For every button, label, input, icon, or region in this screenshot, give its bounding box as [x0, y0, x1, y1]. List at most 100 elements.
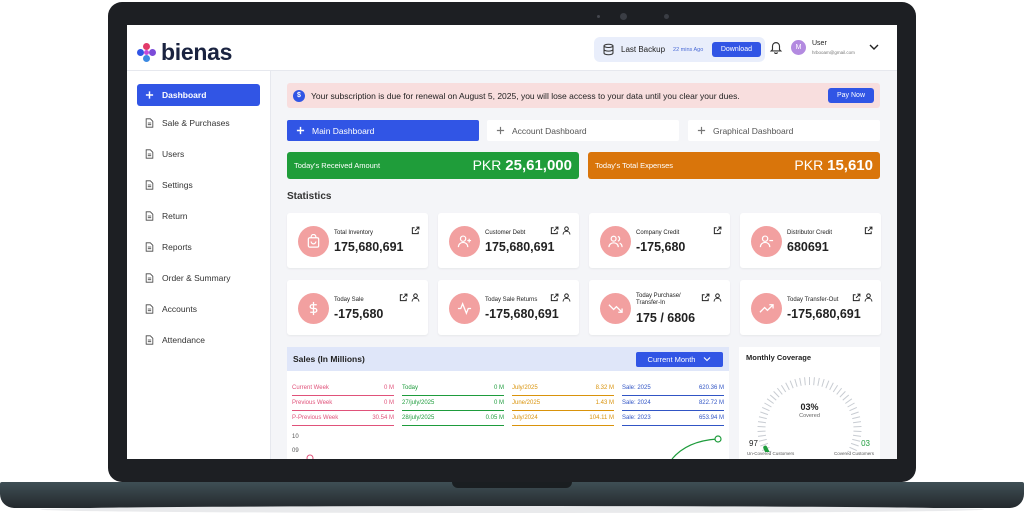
external-link-icon[interactable] — [550, 226, 559, 235]
coverage-panel: Monthly Coverage 03% Covered 97 03 Un-Co… — [739, 347, 880, 459]
coverage-title: Monthly Coverage — [746, 353, 812, 362]
tab-label: Main Dashboard — [312, 125, 375, 136]
download-button[interactable]: Download — [711, 42, 761, 57]
avatar[interactable]: M — [791, 40, 806, 55]
gauge-tick — [842, 394, 850, 401]
brand-logo[interactable]: bienas — [137, 39, 232, 66]
banner-text: Your subscription is due for renewal on … — [311, 90, 740, 101]
covered-label: Covered Customers — [833, 451, 874, 456]
document-icon — [145, 180, 154, 190]
external-link-icon[interactable] — [411, 226, 420, 235]
sidebar-item-settings[interactable]: Settings — [137, 174, 260, 196]
backup-panel: Last Backup 22 mins Ago Download — [594, 37, 765, 62]
user-icon[interactable] — [864, 293, 873, 302]
user-icon[interactable] — [562, 293, 571, 302]
sidebar-item-users[interactable]: Users — [137, 143, 260, 165]
sales-column-weeks: Current Week 0 M Previous Week 0 M P-Previ… — [292, 381, 394, 426]
trend-up-icon — [759, 304, 774, 313]
external-link-icon[interactable] — [852, 293, 861, 302]
chevron-down-icon[interactable] — [869, 43, 879, 51]
sidebar-item-label: Accounts — [162, 304, 197, 314]
tab-account-dashboard[interactable]: Account Dashboard — [487, 120, 679, 141]
laptop-notch — [452, 482, 572, 488]
sidebar-item-label: Users — [162, 149, 185, 159]
kpi-currency: PKR — [472, 157, 502, 173]
external-link-icon[interactable] — [550, 293, 559, 302]
sidebar-item-label: Return — [162, 211, 188, 221]
sales-column-months: July/2025 8.32 M June/2025 1.43 M July/202… — [512, 381, 614, 426]
pulse-icon — [457, 302, 472, 315]
dollar-icon: $ — [293, 89, 305, 102]
period-dropdown[interactable]: Current Month — [636, 351, 723, 367]
tab-label: Graphical Dashboard — [713, 125, 794, 136]
chevron-down-icon — [704, 357, 711, 362]
sidebar-item-attendance[interactable]: Attendance — [137, 329, 260, 351]
document-icon — [145, 335, 154, 345]
plus-icon — [697, 126, 706, 135]
sidebar-item-return[interactable]: Return — [137, 205, 260, 227]
sidebar-item-label: Order & Summary — [162, 273, 231, 283]
tab-graphical-dashboard[interactable]: Graphical Dashboard — [688, 120, 880, 141]
users-icon — [608, 235, 623, 248]
app-screen: bienas Last Backup 22 mins Ago Download … — [127, 25, 897, 459]
subscription-banner: $ Your subscription is due for renewal o… — [287, 83, 880, 108]
stat-card-company-credit[interactable]: Company Credit -175,680 — [589, 213, 730, 268]
sidebar-item-order-summary[interactable]: Order & Summary — [137, 267, 260, 289]
user-name[interactable]: User — [812, 40, 827, 47]
bell-icon[interactable] — [769, 40, 783, 54]
external-link-icon[interactable] — [399, 293, 408, 302]
stat-card-total-inventory[interactable]: Total Inventory 175,680,691 — [287, 213, 428, 268]
stat-card-today-transfer-out[interactable]: Today Transfer-Out -175,680,691 — [740, 280, 881, 335]
stat-card-today-sale[interactable]: Today Sale -175,680 — [287, 280, 428, 335]
trend-down-icon — [608, 304, 623, 313]
sales-row: Sale: 2025 620.36 M — [622, 381, 724, 396]
user-icon[interactable] — [562, 226, 571, 235]
user-plus-icon — [457, 235, 472, 248]
sales-column-years: Sale: 2025 620.36 M Sale: 2024 822.72 M Sa… — [622, 381, 724, 426]
card-value: -175,680,691 — [485, 307, 559, 321]
plus-icon — [296, 126, 305, 135]
sidebar-item-sale-purchases[interactable]: Sale & Purchases — [137, 112, 260, 134]
stat-card-today-sale-returns[interactable]: Today Sale Returns -175,680,691 — [438, 280, 579, 335]
card-value: 175,680,691 — [334, 240, 404, 254]
tab-label: Account Dashboard — [512, 125, 587, 136]
stat-card-today-purchase[interactable]: Today Purchase/ Transfer-In 175 / 6806 — [589, 280, 730, 335]
sales-header: Sales (In Millions) Current Month — [287, 347, 729, 371]
top-header: bienas Last Backup 22 mins Ago Download … — [127, 25, 897, 71]
user-icon[interactable] — [411, 293, 420, 302]
card-value: 680691 — [787, 240, 829, 254]
card-icon-circle — [298, 226, 329, 257]
card-icon-circle — [751, 293, 782, 324]
sales-row: Previous Week 0 M — [292, 396, 394, 411]
backup-label: Last Backup — [621, 45, 666, 54]
sidebar-item-dashboard[interactable]: Dashboard — [137, 84, 260, 106]
gauge-tick — [757, 421, 767, 424]
tab-main-dashboard[interactable]: Main Dashboard — [287, 120, 479, 141]
document-icon — [145, 273, 154, 283]
sales-row-value: 620.36 M — [698, 385, 724, 391]
sales-row-value: 104.11 M — [589, 415, 614, 421]
sidebar-item-label: Reports — [162, 242, 192, 252]
stat-card-customer-debt[interactable]: Customer Debt 175,680,691 — [438, 213, 579, 268]
gauge-tick — [804, 377, 806, 386]
kpi-currency: PKR — [794, 157, 824, 173]
sales-row-label: P-Previous Week — [292, 415, 339, 421]
sales-row-value: 653.94 M — [698, 415, 724, 421]
pay-now-button[interactable]: Pay Now — [827, 88, 874, 103]
kpi-label: Today's Total Expenses — [595, 161, 674, 170]
external-link-icon[interactable] — [864, 226, 873, 235]
external-link-icon[interactable] — [701, 293, 710, 302]
sidebar-item-reports[interactable]: Reports — [137, 236, 260, 258]
sidebar-item-label: Sale & Purchases — [162, 118, 230, 128]
document-icon — [145, 242, 154, 252]
gauge-tick — [829, 382, 834, 391]
user-minus-icon — [759, 235, 774, 248]
brand-name: bienas — [161, 39, 233, 65]
sidebar-item-accounts[interactable]: Accounts — [137, 298, 260, 320]
external-link-icon[interactable] — [713, 226, 722, 235]
stat-card-distributor-credit[interactable]: Distributor Credit 680691 — [740, 213, 881, 268]
user-icon[interactable] — [713, 293, 722, 302]
document-icon — [145, 304, 154, 314]
sales-row: July/2024 104.11 M — [512, 411, 614, 426]
sales-row: Sale: 2023 653.94 M — [622, 411, 724, 426]
